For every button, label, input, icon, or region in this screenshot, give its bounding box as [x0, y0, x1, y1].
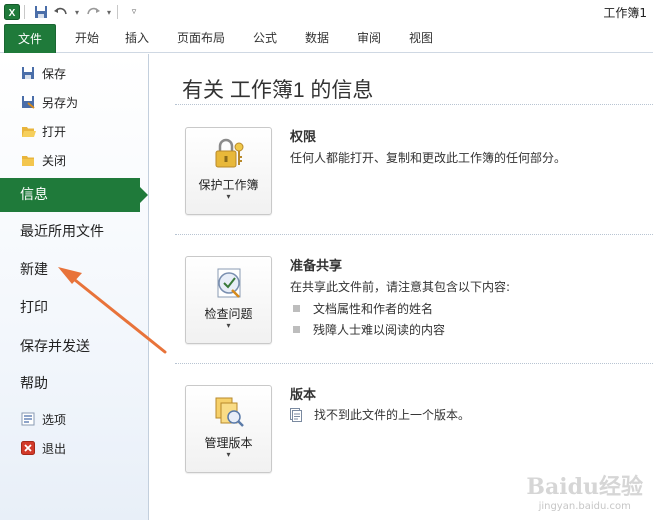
versions-icon	[211, 394, 247, 430]
list-item: 文档属性和作者的姓名	[290, 300, 433, 317]
nav-open[interactable]: 打开	[20, 121, 66, 141]
protect-workbook-button[interactable]: 保护工作簿 ▾	[185, 127, 272, 215]
excel-app-icon[interactable]: X	[4, 4, 20, 20]
dropdown-arrow-icon: ▾	[226, 321, 231, 330]
document-title: 工作簿1	[603, 6, 647, 20]
nav-print[interactable]: 打印	[20, 297, 48, 319]
nav-new[interactable]: 新建	[20, 259, 48, 281]
watermark-logo: Baidu经验	[526, 474, 643, 500]
nav-close[interactable]: 关闭	[20, 150, 66, 170]
title-bar: X ▾ ▾ ▿ 工作簿1	[0, 0, 653, 24]
svg-text:X: X	[9, 8, 16, 19]
watermark-url: jingyan.baidu.com	[538, 501, 631, 512]
tab-data[interactable]: 数据	[300, 24, 334, 53]
nav-save-label: 保存	[42, 66, 67, 81]
check-issues-label: 检查问题	[204, 307, 253, 321]
lock-keys-icon	[211, 136, 247, 172]
dropdown-arrow-icon: ▾	[226, 450, 231, 459]
protect-workbook-label: 保护工作簿	[198, 178, 259, 192]
separator	[117, 5, 118, 19]
close-folder-icon	[20, 152, 36, 168]
list-item-text: 文档属性和作者的姓名	[313, 302, 434, 316]
tab-home[interactable]: 开始	[70, 24, 104, 53]
open-folder-icon	[20, 123, 36, 139]
page-title: 有关 工作簿1 的信息	[182, 79, 374, 102]
list-item-text: 找不到此文件的上一个版本。	[314, 408, 471, 422]
divider	[175, 104, 653, 105]
list-item: 残障人士难以阅读的内容	[290, 321, 445, 338]
save-icon	[20, 65, 36, 81]
list-item: 找不到此文件的上一个版本。	[290, 406, 470, 423]
save-icon[interactable]	[33, 4, 49, 20]
manage-versions-label: 管理版本	[204, 436, 253, 450]
nav-exit[interactable]: 退出	[20, 438, 66, 458]
nav-exit-label: 退出	[42, 441, 67, 456]
nav-open-label: 打开	[42, 124, 67, 139]
nav-save[interactable]: 保存	[20, 63, 66, 83]
nav-close-label: 关闭	[42, 153, 67, 168]
check-issues-button[interactable]: 检查问题 ▾	[185, 256, 272, 344]
nav-recent[interactable]: 最近所用文件	[20, 221, 104, 243]
versions-title: 版本	[290, 388, 317, 403]
customize-quick-access-icon[interactable]: ▿	[126, 4, 142, 20]
permissions-description: 任何人都能打开、复制和更改此工作簿的任何部分。	[290, 151, 567, 165]
bullet-square-icon	[293, 305, 300, 312]
bullet-square-icon	[293, 326, 300, 333]
dropdown-arrow-icon[interactable]: ▾	[73, 4, 81, 20]
nav-save-send[interactable]: 保存并发送	[20, 336, 90, 358]
tab-file[interactable]: 文件	[4, 24, 56, 53]
nav-options-label: 选项	[42, 412, 67, 427]
exit-icon	[20, 440, 36, 456]
checklist-icon	[211, 265, 247, 301]
separator	[24, 5, 25, 19]
nav-save-as[interactable]: 另存为	[20, 92, 78, 112]
divider	[175, 363, 653, 364]
ribbon-tabs: 文件 开始 插入 页面布局 公式 数据 审阅 视图	[0, 24, 653, 53]
tab-review[interactable]: 审阅	[352, 24, 386, 53]
save-as-icon	[20, 94, 36, 110]
permissions-title: 权限	[290, 130, 317, 145]
list-item-text: 残障人士难以阅读的内容	[313, 323, 446, 337]
nav-save-as-label: 另存为	[42, 95, 79, 110]
nav-info[interactable]: 信息	[0, 178, 148, 212]
document-versions-icon	[290, 407, 302, 422]
prepare-sharing-description: 在共享此文件前，请注意其包含以下内容:	[290, 280, 511, 294]
tab-insert[interactable]: 插入	[120, 24, 154, 53]
tab-view[interactable]: 视图	[404, 24, 438, 53]
watermark: Baidu经验 jingyan.baidu.com	[526, 469, 643, 512]
divider	[175, 234, 653, 235]
info-panel: 有关 工作簿1 的信息 保护工作簿 ▾ 权限 任何人都能打开、复制和更改此工作簿…	[150, 54, 653, 520]
nav-info-label: 信息	[20, 187, 48, 203]
backstage-nav: 保存 另存为 打开 关闭 信息 最近所用文件 新建 打印 保存并发送 帮助 选项…	[0, 54, 149, 520]
tab-page-layout[interactable]: 页面布局	[173, 24, 229, 53]
nav-options[interactable]: 选项	[20, 409, 66, 429]
undo-icon[interactable]	[53, 4, 69, 20]
tab-formulas[interactable]: 公式	[248, 24, 282, 53]
options-icon	[20, 411, 36, 427]
dropdown-arrow-icon[interactable]: ▾	[105, 4, 113, 20]
dropdown-arrow-icon: ▾	[226, 192, 231, 201]
manage-versions-button[interactable]: 管理版本 ▾	[185, 385, 272, 473]
redo-icon[interactable]	[85, 4, 101, 20]
nav-help[interactable]: 帮助	[20, 373, 48, 395]
prepare-sharing-title: 准备共享	[290, 259, 343, 274]
